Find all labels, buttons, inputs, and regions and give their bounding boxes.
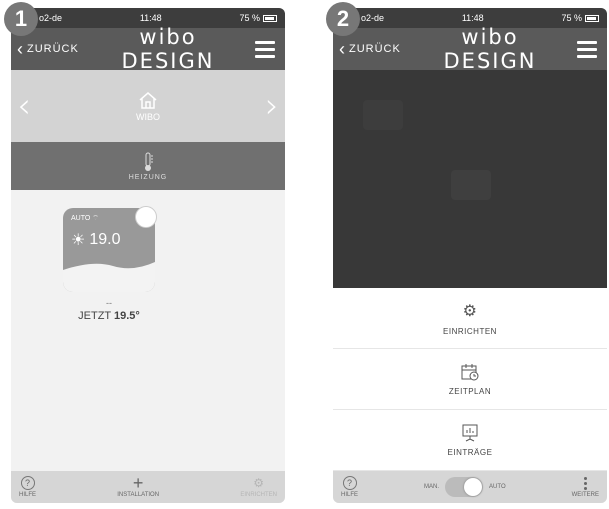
home-label: WIBO [136, 111, 160, 122]
prev-arrow-icon[interactable]: ‹ [11, 89, 37, 123]
tile-temperature: ☀ 19.0 [71, 230, 120, 250]
dimmed-overlay[interactable] [333, 70, 607, 288]
battery-label: 75 % [239, 13, 260, 23]
help-label: HILFE [341, 492, 359, 498]
clock: 11:48 [139, 13, 162, 23]
thermometer-icon [145, 152, 153, 171]
plus-icon: + [132, 473, 144, 493]
auto-label: AUTO [489, 484, 506, 490]
action-menu: ⚙ EINRICHTEN ZEITPLAN EINTRÄGE [333, 288, 607, 471]
home-icon [139, 91, 157, 109]
chevron-left-icon: ‹ [17, 39, 24, 59]
now-prefix: JETZT [78, 310, 111, 322]
back-label: ZURÜCK [27, 43, 79, 55]
menu-item-setup[interactable]: ⚙ EINRICHTEN [333, 288, 607, 349]
more-label: WEITERE [571, 491, 599, 498]
help-icon: ? [20, 476, 35, 490]
installation-tab[interactable]: + INSTALLATION [117, 473, 160, 498]
current-temperature: JETZT 19.5° [11, 310, 207, 322]
menu-icon[interactable] [567, 40, 607, 58]
nav-bar: ‹ ZURÜCK wibo DESIGN [11, 25, 285, 73]
step-badge-1: 1 [4, 2, 38, 36]
tile-dash: -- [106, 298, 112, 308]
battery-indicator: 75 % [239, 13, 277, 23]
dimmed-background-content [451, 170, 491, 200]
heating-label: HEIZUNG [128, 173, 168, 181]
installation-label: INSTALLATION [117, 492, 160, 498]
battery-label: 75 % [561, 13, 582, 23]
clock: 11:48 [461, 13, 484, 23]
menu-item-label: ZEITPLAN [448, 386, 492, 396]
back-label: ZURÜCK [349, 43, 401, 55]
bottom-tab-bar: ? HILFE MAN. AUTO WEITERE [333, 471, 607, 503]
battery-indicator: 75 % [561, 13, 599, 23]
setup-label: EINRICHTEN [240, 492, 277, 498]
setup-tab[interactable]: ⚙ EINRICHTEN [240, 476, 277, 498]
gear-icon: ⚙ [253, 476, 265, 490]
battery-icon [263, 15, 277, 23]
help-tab[interactable]: ? HILFE [341, 476, 358, 498]
now-value: 19.5° [114, 310, 140, 322]
menu-item-label: EINTRÄGE [447, 447, 493, 457]
wifi-icon: ⌔ [92, 215, 99, 222]
temperature-value: 19.0 [89, 231, 121, 248]
manual-label: MAN. [424, 484, 440, 490]
help-icon: ? [342, 476, 357, 490]
chevron-left-icon: ‹ [339, 39, 346, 59]
bottom-tab-bar: ? HILFE + INSTALLATION ⚙ EINRICHTEN [11, 471, 285, 503]
back-button[interactable]: ‹ ZURÜCK [333, 40, 413, 58]
toggle-knob [464, 478, 483, 496]
dimmed-background-content [363, 100, 403, 130]
battery-icon [585, 15, 599, 23]
app-logo: wibo DESIGN [121, 25, 215, 73]
sun-icon: ☀ [71, 232, 86, 249]
nav-bar: ‹ ZURÜCK wibo DESIGN [333, 25, 607, 73]
phone-screen-1: o2-de 11:48 75 % ‹ ZURÜCK wibo DESIGN ‹ W… [11, 8, 285, 503]
app-logo: wibo DESIGN [443, 25, 537, 73]
mode-label: AUTO [71, 215, 91, 222]
tile-mode: AUTO ⌔ [71, 214, 99, 223]
menu-item-label: EINRICHTEN [443, 326, 497, 336]
mode-switch[interactable]: MAN. AUTO [424, 477, 506, 497]
mode-toggle[interactable] [445, 477, 484, 497]
phone-screen-2: o2-de 11:48 75 % ‹ ZURÜCK wibo DESIGN ⚙ E… [333, 8, 607, 503]
more-icon [583, 476, 587, 490]
more-tab[interactable]: WEITERE [571, 476, 599, 498]
calendar-clock-icon [461, 363, 479, 380]
next-arrow-icon[interactable]: › [259, 89, 285, 123]
tile-select-toggle[interactable] [135, 206, 157, 228]
gear-icon: ⚙ [462, 302, 478, 320]
help-tab[interactable]: ? HILFE [19, 476, 36, 498]
step-badge-2: 2 [326, 2, 360, 36]
heating-section[interactable]: HEIZUNG [11, 142, 285, 190]
tile-wave-graphic [63, 262, 155, 292]
back-button[interactable]: ‹ ZURÜCK [11, 40, 91, 58]
carrier-label: o2-de [39, 13, 63, 23]
menu-item-entries[interactable]: EINTRÄGE [333, 410, 607, 471]
help-label: HILFE [19, 492, 37, 498]
chart-board-icon [462, 424, 478, 441]
home-banner: ‹ WIBO › [11, 70, 285, 142]
menu-item-schedule[interactable]: ZEITPLAN [333, 349, 607, 410]
carrier-label: o2-de [361, 13, 385, 23]
menu-icon[interactable] [245, 40, 285, 58]
